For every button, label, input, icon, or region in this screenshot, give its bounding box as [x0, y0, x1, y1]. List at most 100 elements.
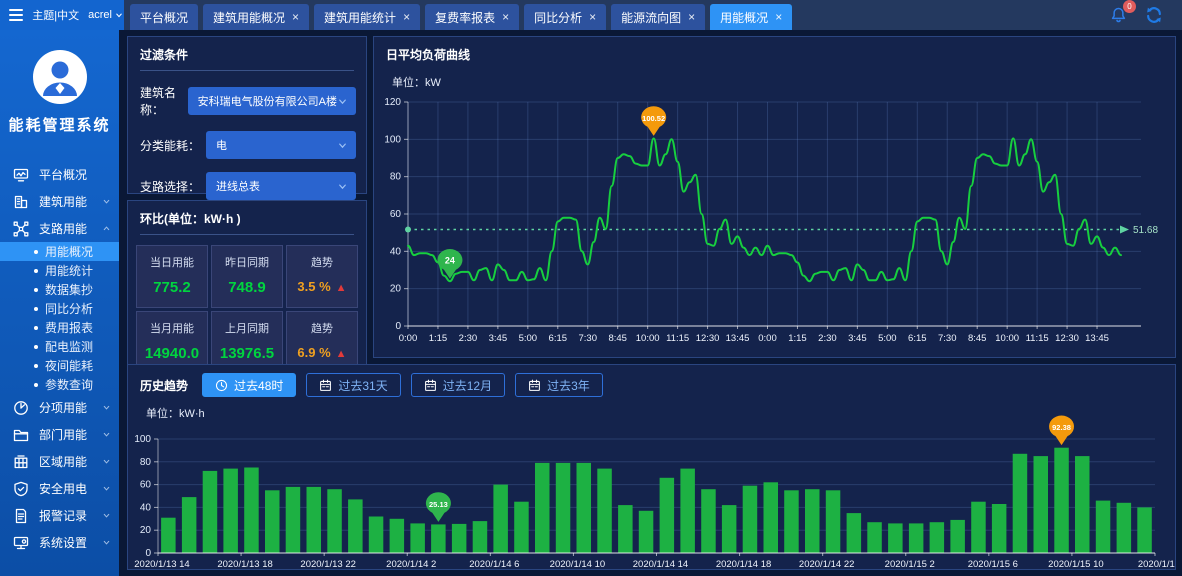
filter-panel: 过滤条件 建筑名称：安科瑞电气股份有限公司A楼分类能耗：电支路选择：进线总表 — [127, 36, 367, 194]
divider — [140, 234, 354, 235]
user-menu[interactable]: acrel — [88, 9, 124, 21]
sidebar-item-8[interactable]: 系统设置 — [0, 529, 119, 556]
tab-close-icon[interactable]: × — [589, 10, 596, 24]
notifications-button[interactable]: 0 — [1109, 6, 1128, 25]
ratio-table: 当日用能775.2昨日同期748.9趋势3.5 %▲当月用能14940.0上月同… — [136, 245, 358, 374]
history-bar — [784, 490, 799, 553]
filter-field-2: 支路选择：进线总表 — [140, 172, 356, 200]
building-icon — [13, 194, 29, 210]
range-button-1[interactable]: 过去31天 — [306, 373, 400, 397]
svg-text:1:15: 1:15 — [788, 333, 807, 344]
trend-up-icon: ▲ — [336, 348, 347, 360]
sidebar-subitem-6[interactable]: 夜间能耗 — [0, 356, 119, 375]
sidebar-subitem-2[interactable]: 数据集抄 — [0, 280, 119, 299]
svg-text:20: 20 — [140, 525, 152, 536]
sidebar-item-label: 报警记录 — [39, 507, 92, 524]
tab-3[interactable]: 复费率报表 × — [425, 4, 519, 30]
tab-close-icon[interactable]: × — [775, 10, 782, 24]
sidebar-subitem-7[interactable]: 参数查询 — [0, 375, 119, 394]
filter-select-0[interactable]: 安科瑞电气股份有限公司A楼 — [188, 87, 356, 115]
sidebar-item-1[interactable]: 建筑用能 — [0, 188, 119, 215]
range-button-label: 过去12月 — [443, 377, 492, 394]
history-bar — [265, 490, 280, 553]
tab-close-icon[interactable]: × — [403, 10, 410, 24]
sidebar-subitem-4[interactable]: 费用报表 — [0, 318, 119, 337]
tab-close-icon[interactable]: × — [502, 10, 509, 24]
tab-close-icon[interactable]: × — [292, 10, 299, 24]
bullet-icon — [34, 326, 38, 330]
tab-5[interactable]: 能源流向图 × — [611, 4, 705, 30]
tab-label: 能源流向图 — [621, 9, 681, 26]
tab-0[interactable]: 平台概况 — [130, 4, 198, 30]
sidebar-item-2[interactable]: 支路用能 — [0, 215, 119, 242]
svg-text:2:30: 2:30 — [818, 333, 837, 344]
svg-text:12:30: 12:30 — [696, 333, 720, 344]
select-value: 进线总表 — [216, 178, 260, 194]
filter-field-label: 建筑名称： — [140, 84, 188, 118]
bullet-icon — [34, 345, 38, 349]
sidebar-item-3[interactable]: 分项用能 — [0, 394, 119, 421]
svg-text:2020/1/13 18: 2020/1/13 18 — [217, 559, 272, 570]
sidebar-item-0[interactable]: 平台概况 — [0, 161, 119, 188]
sidebar-item-6[interactable]: 安全用电 — [0, 475, 119, 502]
history-bar — [1137, 507, 1152, 553]
svg-text:2020/1/13 22: 2020/1/13 22 — [300, 559, 355, 570]
refresh-button[interactable] — [1144, 6, 1164, 24]
tab-label: 建筑用能统计 — [324, 9, 396, 26]
filter-select-2[interactable]: 进线总表 — [206, 172, 356, 200]
svg-text:5:00: 5:00 — [519, 333, 538, 344]
range-button-2[interactable]: 过去12月 — [411, 373, 505, 397]
tab-6[interactable]: 用能概况× — [710, 4, 792, 30]
svg-text:51.68: 51.68 — [1133, 225, 1158, 236]
tab-4[interactable]: 同比分析× — [524, 4, 606, 30]
sidebar-item-7[interactable]: 报警记录 — [0, 502, 119, 529]
sidebar-subitem-0[interactable]: 用能概况 — [0, 242, 119, 261]
filter-panel-title: 过滤条件 — [128, 37, 366, 70]
history-panel: 历史趋势 过去48时过去31天过去12月过去3年 单位：kW·h 0204060… — [127, 364, 1176, 570]
svg-text:80: 80 — [390, 172, 402, 183]
sidebar-subitem-5[interactable]: 配电监测 — [0, 337, 119, 356]
sidebar-subitem-1[interactable]: 用能统计 — [0, 261, 119, 280]
ratio-cell-label: 当日用能 — [137, 254, 207, 270]
sidebar-item-label: 部门用能 — [39, 426, 92, 443]
history-bar — [1054, 448, 1069, 553]
hamburger-menu-icon[interactable] — [9, 9, 23, 21]
tab-2[interactable]: 建筑用能统计 × — [314, 4, 420, 30]
filter-select-1[interactable]: 电 — [206, 131, 356, 159]
history-bar — [203, 471, 218, 553]
theme-language-switch[interactable]: 主题|中文 — [32, 7, 79, 23]
chevron-down-icon — [114, 10, 124, 20]
sidebar-item-label: 区域用能 — [39, 453, 92, 470]
sidebar-item-5[interactable]: 区域用能 — [0, 448, 119, 475]
clock-icon — [215, 379, 228, 392]
history-bar — [1034, 456, 1049, 553]
svg-text:2020/1/13 14: 2020/1/13 14 — [134, 559, 189, 570]
range-button-3[interactable]: 过去3年 — [515, 373, 603, 397]
history-bar — [930, 522, 945, 553]
chevron-down-icon — [102, 197, 111, 206]
topbar-icons: 0 — [1103, 0, 1182, 30]
svg-text:2020/1/15 6: 2020/1/15 6 — [968, 559, 1018, 570]
history-bar — [847, 513, 862, 553]
sidebar-item-4[interactable]: 部门用能 — [0, 421, 119, 448]
range-button-0[interactable]: 过去48时 — [202, 373, 296, 397]
history-bar — [888, 523, 903, 553]
history-bar — [805, 489, 820, 553]
svg-text:1:15: 1:15 — [429, 333, 448, 344]
tab-label: 平台概况 — [140, 9, 188, 26]
svg-text:7:30: 7:30 — [578, 333, 597, 344]
tab-close-icon[interactable]: × — [688, 10, 695, 24]
history-bar — [660, 478, 675, 553]
svg-text:60: 60 — [390, 209, 402, 220]
history-bar — [950, 520, 965, 553]
history-bar — [701, 489, 716, 553]
svg-text:100.52: 100.52 — [642, 114, 665, 123]
svg-text:20: 20 — [390, 284, 402, 295]
svg-text:8:45: 8:45 — [968, 333, 987, 344]
tab-label: 复费率报表 — [435, 9, 495, 26]
tab-1[interactable]: 建筑用能概况× — [203, 4, 309, 30]
chevron-down-icon — [337, 181, 348, 192]
app-title: 能耗管理系统 — [0, 114, 119, 135]
sidebar-subitem-3[interactable]: 同比分析 — [0, 299, 119, 318]
svg-text:10:00: 10:00 — [995, 333, 1019, 344]
